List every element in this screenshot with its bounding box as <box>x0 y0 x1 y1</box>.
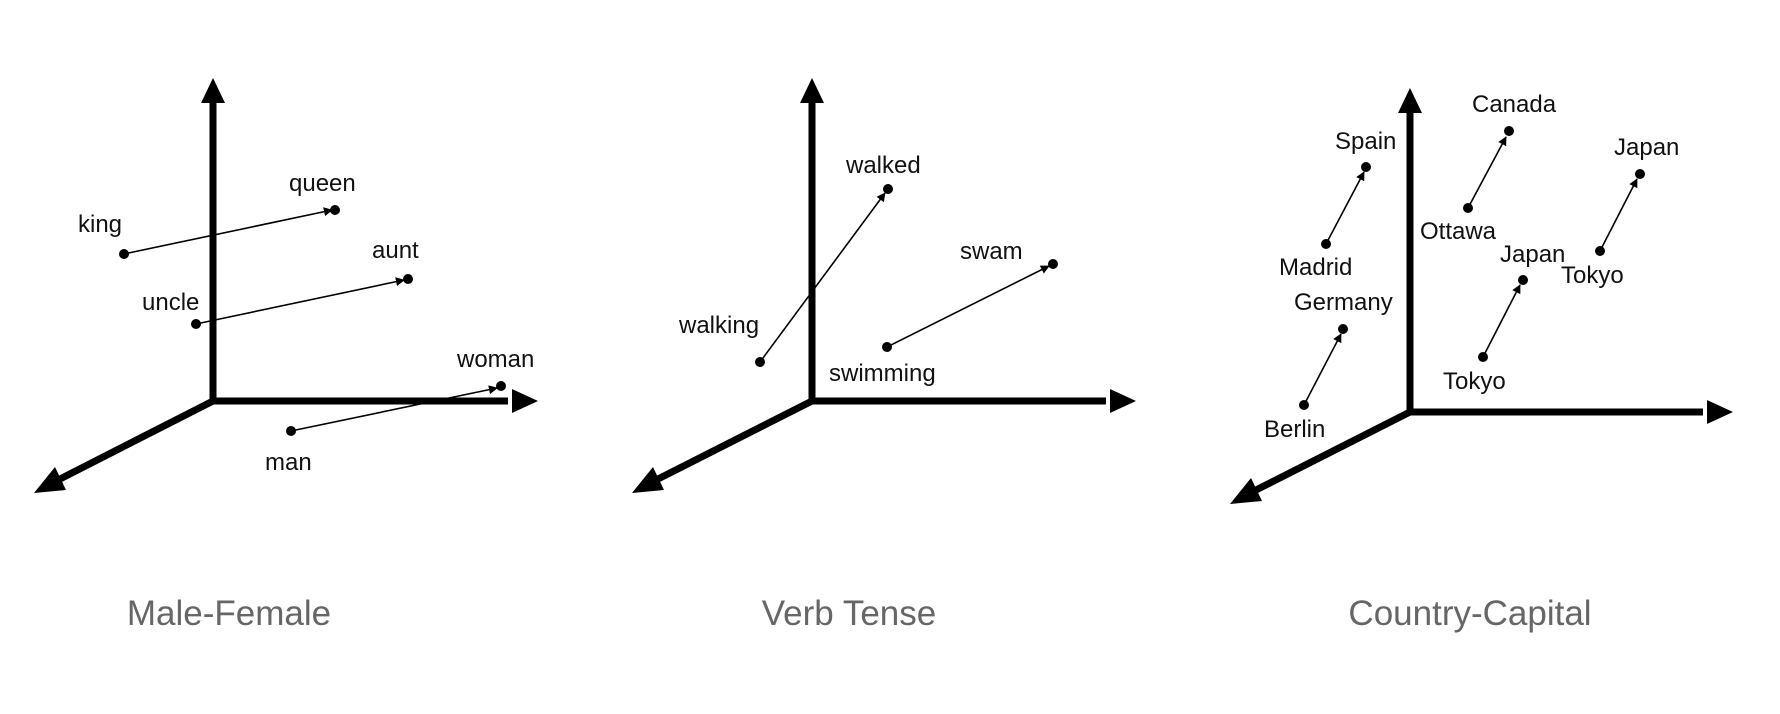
word-label-japan: Japan <box>1614 134 1679 161</box>
panel-verb-tense: walking walked swimming swam Verb Tense <box>632 78 1136 633</box>
point-berlin <box>1299 400 1309 410</box>
z-axis-arrowhead <box>34 467 66 493</box>
point-walking <box>755 357 765 367</box>
point-king <box>119 249 129 259</box>
point-germany <box>1338 324 1348 334</box>
word-label-germany: Germany <box>1294 289 1393 316</box>
relation-swimming-swam <box>886 265 1050 348</box>
point-walked <box>883 184 893 194</box>
relation-tokyo-japan <box>1482 284 1521 358</box>
point-japan <box>1635 169 1645 179</box>
relation-madrid-spain <box>1325 171 1365 245</box>
word-label-japan: Japan <box>1500 241 1565 268</box>
relation-berlin-germany <box>1303 333 1342 406</box>
panel-caption: Verb Tense <box>762 594 937 633</box>
point-woman <box>496 381 506 391</box>
relation-walking-walked <box>759 192 886 363</box>
word-label-tokyo: Tokyo <box>1443 368 1506 395</box>
y-axis-arrowhead <box>1398 88 1422 113</box>
word-label-swam: swam <box>960 238 1023 265</box>
panel-caption: Country-Capital <box>1348 594 1591 633</box>
point-swam <box>1048 259 1058 269</box>
point-uncle <box>191 319 201 329</box>
point-tokyo <box>1595 246 1605 256</box>
axes <box>632 78 1136 493</box>
word-label-berlin: Berlin <box>1264 416 1325 443</box>
word-label-canada: Canada <box>1472 91 1557 118</box>
word-label-queen: queen <box>289 170 356 197</box>
word-label-swimming: swimming <box>829 360 936 387</box>
point-aunt <box>403 274 413 284</box>
z-axis-arrowhead <box>1230 478 1262 504</box>
word-label-king: king <box>78 211 122 238</box>
x-axis-arrowhead <box>1110 389 1136 413</box>
point-japan <box>1518 275 1528 285</box>
point-queen <box>330 205 340 215</box>
x-axis-arrowhead <box>512 389 538 413</box>
word-label-man: man <box>265 449 312 476</box>
word-label-aunt: aunt <box>372 237 419 264</box>
panel-caption: Male-Female <box>127 594 331 633</box>
relation-tokyo-japan <box>1599 178 1638 252</box>
word-vector-diagrams: king queen uncle aunt man woman Male-Fem… <box>34 78 1733 633</box>
y-axis-arrowhead <box>800 78 824 103</box>
relation-man-woman <box>290 385 498 432</box>
x-axis-arrowhead <box>1707 400 1733 424</box>
point-madrid <box>1321 239 1331 249</box>
point-spain <box>1361 162 1371 172</box>
word-label-spain: Spain <box>1335 128 1396 155</box>
point-man <box>286 426 296 436</box>
point-tokyo <box>1478 352 1488 362</box>
word-label-ottawa: Ottawa <box>1420 218 1497 245</box>
word-label-tokyo: Tokyo <box>1561 262 1624 289</box>
word-label-walking: walking <box>678 312 759 339</box>
axes <box>34 78 538 493</box>
word-label-madrid: Madrid <box>1279 254 1352 281</box>
word-label-woman: woman <box>456 346 534 373</box>
word-label-walked: walked <box>845 152 921 179</box>
relation-uncle-aunt <box>195 277 405 325</box>
word-label-uncle: uncle <box>142 289 199 316</box>
z-axis-arrowhead <box>632 467 664 493</box>
point-swimming <box>882 342 892 352</box>
y-axis-arrowhead <box>201 78 225 103</box>
relation-ottawa-canada <box>1467 136 1507 209</box>
point-canada <box>1504 126 1514 136</box>
point-ottawa <box>1463 203 1473 213</box>
panel-male-female: king queen uncle aunt man woman Male-Fem… <box>34 78 538 633</box>
panel-country-capital: Spain Madrid Germany Berlin Canada Ottaw… <box>1230 88 1733 633</box>
relation-king-queen <box>123 207 333 255</box>
